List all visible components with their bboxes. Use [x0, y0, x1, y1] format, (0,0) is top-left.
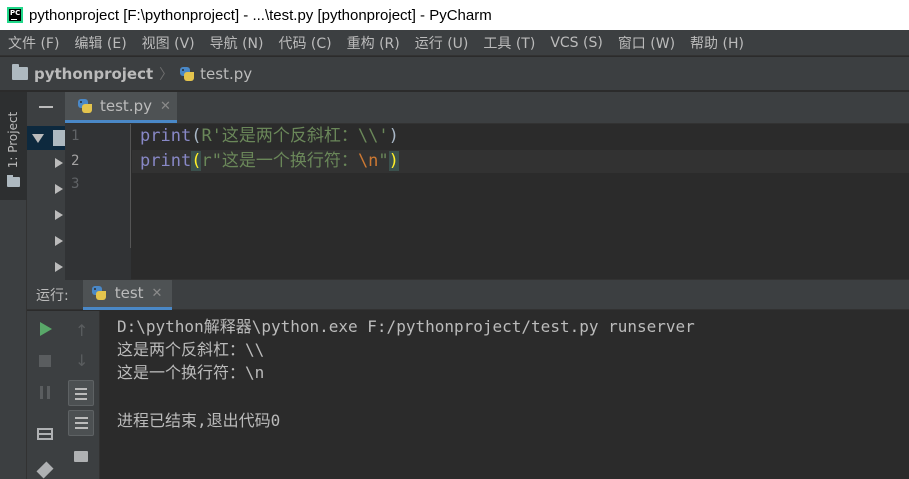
console-line: D:\python解释器\python.exe F:/pythonproject… — [117, 317, 695, 336]
code-paren: ) — [388, 126, 399, 146]
pause-icon[interactable] — [40, 386, 50, 399]
menu-view[interactable]: 视图 (V) — [136, 33, 201, 53]
editor-tab-test-py[interactable]: test.py ✕ — [65, 92, 177, 123]
chevron-down-icon[interactable] — [32, 134, 44, 143]
chevron-right-icon[interactable] — [55, 158, 63, 168]
soft-wrap-icon[interactable] — [68, 380, 94, 406]
console-output[interactable]: D:\python解释器\python.exe F:/pythonproject… — [101, 311, 909, 479]
chevron-right-icon[interactable] — [55, 262, 63, 272]
folder-icon — [7, 175, 20, 187]
code-string-prefix: r — [201, 151, 212, 171]
play-icon[interactable] — [40, 322, 52, 336]
chevron-right-icon[interactable] — [55, 236, 63, 246]
code-paren-matched: ) — [388, 151, 399, 171]
line-number: 3 — [71, 176, 80, 192]
run-toolbar — [27, 311, 63, 479]
project-tool-tab[interactable]: 1: Project — [0, 92, 27, 200]
chevron-right-icon[interactable] — [55, 184, 63, 194]
folder-icon — [53, 130, 65, 146]
left-tool-strip: 1: Project — [0, 92, 27, 479]
close-icon[interactable]: ✕ — [160, 99, 171, 114]
line-number: 1 — [71, 128, 80, 144]
arrow-down-icon[interactable]: ↓ — [75, 351, 88, 370]
code-paren: ( — [191, 126, 202, 146]
navigation-bar: pythonproject 〉 test.py — [0, 57, 909, 91]
code-builtin: print — [140, 151, 192, 171]
menu-file[interactable]: 文件 (F) — [2, 33, 65, 53]
code-string: R'这是两个反斜杠：\\' — [201, 126, 389, 146]
run-secondary-toolbar: ↑ ↓ — [63, 311, 100, 479]
editor-tab-bar: test.py ✕ — [65, 92, 909, 124]
menu-navigate[interactable]: 导航 (N) — [204, 33, 270, 53]
code-line-2: print(r"这是一个换行符：\n") — [140, 150, 399, 172]
run-tab-test[interactable]: test ✕ — [82, 279, 173, 310]
menu-refactor[interactable]: 重构 (R) — [341, 33, 406, 53]
print-icon[interactable] — [74, 451, 88, 462]
code-string: " — [378, 151, 389, 171]
pin-icon[interactable] — [36, 461, 54, 479]
run-panel-header: 运行: test ✕ — [27, 279, 909, 310]
code-string: "这是一个换行符： — [211, 151, 358, 171]
editor-gutter: 1 2 3 — [65, 124, 131, 248]
menu-code[interactable]: 代码 (C) — [272, 33, 337, 53]
code-editor[interactable]: print(R'这是两个反斜杠：\\') print(r"这是一个换行符：\n"… — [132, 124, 909, 248]
python-file-icon — [179, 66, 195, 82]
menu-bar: 文件 (F) 编辑 (E) 视图 (V) 导航 (N) 代码 (C) 重构 (R… — [0, 30, 909, 56]
code-builtin: print — [140, 126, 192, 146]
breadcrumb-separator-icon: 〉 — [159, 66, 174, 83]
menu-vcs[interactable]: VCS (S) — [544, 35, 609, 51]
title-bar: PC pythonproject [F:\pythonproject] - ..… — [0, 0, 909, 30]
breadcrumb-project[interactable]: pythonproject — [34, 65, 153, 83]
editor-empty-area — [65, 248, 909, 280]
code-paren-matched: ( — [191, 151, 202, 171]
project-tree-panel — [27, 92, 65, 280]
code-escape: \n — [357, 151, 379, 171]
folder-icon — [12, 64, 28, 80]
scroll-to-end-icon[interactable] — [68, 410, 94, 436]
menu-edit[interactable]: 编辑 (E) — [68, 33, 132, 53]
chevron-right-icon[interactable] — [55, 210, 63, 220]
arrow-up-icon[interactable]: ↑ — [75, 321, 88, 340]
menu-window[interactable]: 窗口 (W) — [612, 33, 681, 53]
console-line: 这是一个换行符：\n — [117, 363, 265, 382]
menu-help[interactable]: 帮助 (H) — [684, 33, 750, 53]
minimize-icon[interactable] — [39, 106, 53, 108]
pycharm-app-icon: PC — [7, 7, 23, 23]
editor-tab-label: test.py — [100, 97, 152, 115]
breadcrumb-file[interactable]: test.py — [200, 65, 252, 83]
line-number: 2 — [71, 153, 80, 169]
stop-icon[interactable] — [39, 355, 51, 367]
console-line: 这是两个反斜杠：\\ — [117, 340, 265, 359]
project-tool-tab-label: 1: Project — [6, 111, 20, 169]
python-file-icon — [77, 98, 93, 114]
run-panel-label: 运行: — [36, 287, 69, 304]
python-file-icon — [91, 285, 107, 301]
menu-tools[interactable]: 工具 (T) — [477, 33, 541, 53]
menu-run[interactable]: 运行 (U) — [409, 33, 475, 53]
window-title: pythonproject [F:\pythonproject] - ...\t… — [29, 6, 492, 24]
close-icon[interactable]: ✕ — [152, 286, 163, 301]
code-line-1: print(R'这是两个反斜杠：\\') — [140, 125, 399, 147]
run-tab-label: test — [114, 284, 144, 302]
console-line: 进程已结束,退出代码0 — [117, 411, 281, 430]
layout-icon[interactable] — [37, 428, 53, 440]
